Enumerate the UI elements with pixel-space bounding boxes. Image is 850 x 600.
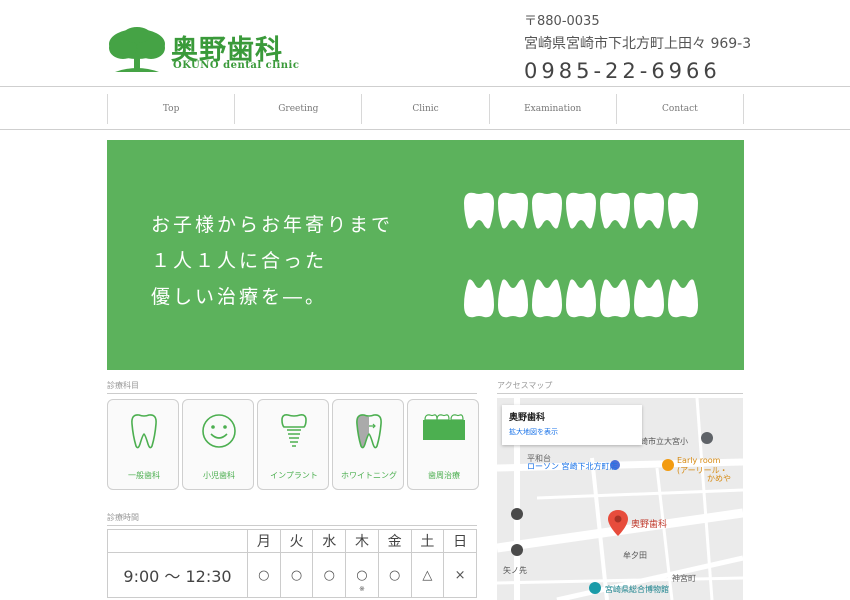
hours-note: ※ (359, 585, 365, 593)
map-label: 神宮町 (672, 574, 696, 583)
day-thu: 木 (345, 529, 379, 553)
larger-map-link[interactable]: 拡大地図を表示 (509, 427, 635, 437)
whitening-icon (356, 414, 382, 449)
service-label: 歯周治療 (428, 471, 460, 480)
map-label: かめや (707, 474, 731, 483)
hero-line-2: １人１人に合った (151, 250, 328, 272)
hero-banner: お子様からお年寄りまで １人１人に合った 優しい治療を―。 (107, 140, 744, 370)
service-implant[interactable]: インプラント (257, 399, 329, 490)
service-label: 小児歯科 (203, 471, 235, 480)
tooth-icon (131, 414, 157, 449)
main-nav: Top Greeting Clinic Examination Contact (0, 86, 850, 130)
implant-icon (281, 414, 307, 447)
map-label: Early room (677, 456, 721, 465)
map-info-card: 奥野歯科 拡大地図を表示 (502, 405, 642, 445)
services-title: 診療科目 (107, 380, 477, 394)
hours-mark: △ (410, 552, 445, 598)
hero-line-1: お子様からお年寄りまで (151, 214, 394, 236)
hours-mark: ○ (312, 552, 347, 598)
hero-line-3: 優しい治療を―。 (151, 286, 328, 308)
hero-text: お子様からお年寄りまで １人１人に合った 優しい治療を―。 (151, 207, 393, 315)
contact-info: 〒880-0035 宮崎県宮崎市下北方町上田々 969-3 0985-22-69… (524, 10, 751, 83)
hours-time: 9:00 〜 12:30 (107, 552, 248, 598)
hours-table: 月 火 水 木 金 土 日 9:00 〜 12:30 ○ ○ ○ ○ ※ ○ △ … (107, 529, 477, 598)
day-mon: 月 (247, 529, 281, 553)
day-wed: 水 (312, 529, 347, 553)
hours-mark: ○ (247, 552, 281, 598)
day-sun: 日 (443, 529, 477, 553)
lower-teeth-icon (464, 279, 698, 318)
nav-greeting[interactable]: Greeting (234, 94, 361, 124)
hours-title: 診療時間 (107, 512, 477, 526)
clinic-logo[interactable]: 奥野歯科 OKUNO dental clinic (107, 26, 300, 74)
access-title: アクセスマップ (497, 380, 743, 394)
address: 宮崎県宮崎市下北方町上田々 969-3 (524, 36, 752, 52)
table-row: 9:00 〜 12:30 ○ ○ ○ ○ ※ ○ △ × (107, 552, 477, 598)
map-label: 牟夕田 (623, 551, 647, 560)
service-whitening[interactable]: ホワイトニング (332, 399, 404, 490)
tree-logo-icon (109, 27, 165, 72)
map-label: 矢ノ先 (503, 566, 527, 575)
hours-mark-thu: ○ ※ (345, 552, 379, 598)
service-general[interactable]: 一般歯科 (107, 399, 179, 490)
google-map[interactable]: 宮崎市立大宮小 平和台 ローソン 宮崎下北方町店 Early room (アーリ… (497, 398, 743, 600)
map-pin-label: 奥野歯科 (631, 520, 668, 530)
nav-top[interactable]: Top (107, 94, 234, 124)
day-sat: 土 (410, 529, 445, 553)
map-label: 宮崎県総合博物館 (605, 585, 669, 594)
smile-icon (202, 414, 236, 448)
day-fri: 金 (377, 529, 412, 553)
page: 奥野歯科 OKUNO dental clinic 〒880-0035 宮崎県宮崎… (0, 0, 850, 600)
service-pediatric[interactable]: 小児歯科 (182, 399, 254, 490)
service-periodontal[interactable]: 歯周治療 (407, 399, 479, 490)
map-label: ローソン 宮崎下北方町店 (527, 462, 618, 471)
service-label: ホワイトニング (341, 471, 397, 480)
hours-mark: ○ (279, 552, 314, 598)
hours-corner (107, 529, 248, 553)
services-list: 一般歯科 小児歯科 インプラント ホワイトニング 歯周治療 (107, 399, 479, 490)
clinic-subtitle: OKUNO dental clinic (173, 60, 300, 71)
postal-code: 〒880-0035 (524, 14, 600, 29)
hours-mark: × (443, 552, 477, 598)
hours-header-row: 月 火 水 木 金 土 日 (107, 529, 477, 553)
nav-examination[interactable]: Examination (488, 94, 616, 124)
nav-clinic[interactable]: Clinic (361, 94, 488, 124)
day-tue: 火 (279, 529, 314, 553)
map-card-title: 奥野歯科 (509, 413, 546, 423)
gum-icon (423, 414, 465, 440)
phone-number[interactable]: 0985-22-6966 (524, 59, 751, 83)
service-label: 一般歯科 (128, 471, 160, 480)
nav-contact[interactable]: Contact (615, 94, 745, 124)
upper-teeth-icon (464, 192, 698, 229)
service-label: インプラント (270, 471, 318, 480)
hours-mark: ○ (356, 567, 368, 583)
hours-mark: ○ (377, 552, 412, 598)
